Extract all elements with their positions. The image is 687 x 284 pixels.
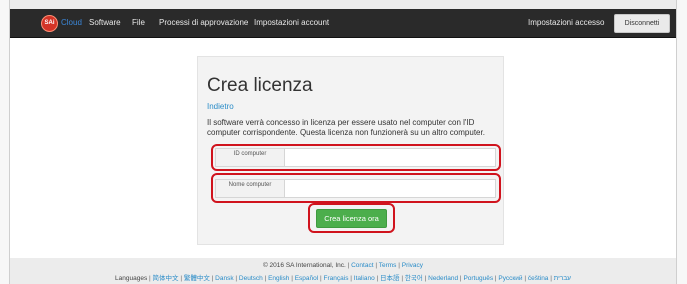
window-right-edge	[676, 0, 687, 284]
language-link[interactable]: 简体中文	[153, 275, 179, 282]
create-license-panel: Crea licenza Indietro Il software verrà …	[197, 56, 504, 245]
language-link[interactable]: עברית	[554, 275, 571, 282]
language-link[interactable]: English	[268, 275, 289, 282]
page-footer: © 2016 SA International, Inc. | Contact …	[10, 262, 676, 282]
copyright-text: © 2016 SA International, Inc.	[262, 262, 346, 269]
back-link[interactable]: Indietro	[207, 102, 234, 111]
language-link[interactable]: Português	[463, 275, 493, 282]
language-link[interactable]: Italiano	[354, 275, 375, 282]
footer-link-terms[interactable]: Terms	[379, 262, 397, 269]
computer-id-input[interactable]	[285, 149, 495, 166]
computer-name-label: Nome computer	[216, 180, 285, 197]
nav-item-file[interactable]: File	[132, 18, 145, 27]
footer-link-contact[interactable]: Contact	[351, 262, 373, 269]
languages-label: Languages	[115, 275, 148, 282]
language-link[interactable]: Nederland	[428, 275, 458, 282]
computer-id-field: ID computer	[215, 148, 496, 167]
language-link[interactable]: Deutsch	[239, 275, 263, 282]
license-description: Il software verrà concesso in licenza pe…	[207, 118, 485, 137]
create-license-button[interactable]: Crea licenza ora	[316, 209, 387, 228]
footer-link-privacy[interactable]: Privacy	[402, 262, 423, 269]
language-link[interactable]: čeština	[528, 275, 549, 282]
language-link[interactable]: Français	[324, 275, 349, 282]
footer-languages-line: Languages | 简体中文 | 繁體中文 | Dansk | Deutsc…	[115, 275, 571, 282]
footer-copyright-line: © 2016 SA International, Inc. | Contact …	[262, 262, 424, 269]
disconnect-button[interactable]: Disconnetti	[614, 14, 670, 33]
computer-name-field: Nome computer	[215, 179, 496, 198]
language-link[interactable]: Русский	[498, 275, 522, 282]
language-link[interactable]: 日本語	[380, 275, 400, 282]
language-link[interactable]: 繁體中文	[184, 275, 210, 282]
language-link[interactable]: Español	[295, 275, 319, 282]
brand-cloud-label[interactable]: Cloud	[61, 18, 82, 27]
top-navbar: SAi Cloud Software File Processi di appr…	[10, 9, 676, 38]
window-left-edge	[0, 0, 10, 284]
computer-id-label: ID computer	[216, 149, 285, 166]
language-link[interactable]: 한국어	[405, 275, 423, 282]
computer-name-input[interactable]	[285, 180, 495, 197]
nav-item-software[interactable]: Software	[89, 18, 121, 27]
page-title: Crea licenza	[207, 75, 313, 96]
nav-item-approval-processes[interactable]: Processi di approvazione	[159, 18, 248, 27]
nav-item-access-settings[interactable]: Impostazioni accesso	[528, 18, 604, 27]
language-link[interactable]: Dansk	[215, 275, 233, 282]
sai-logo-icon[interactable]: SAi	[41, 15, 58, 32]
nav-item-account-settings[interactable]: Impostazioni account	[254, 18, 329, 27]
